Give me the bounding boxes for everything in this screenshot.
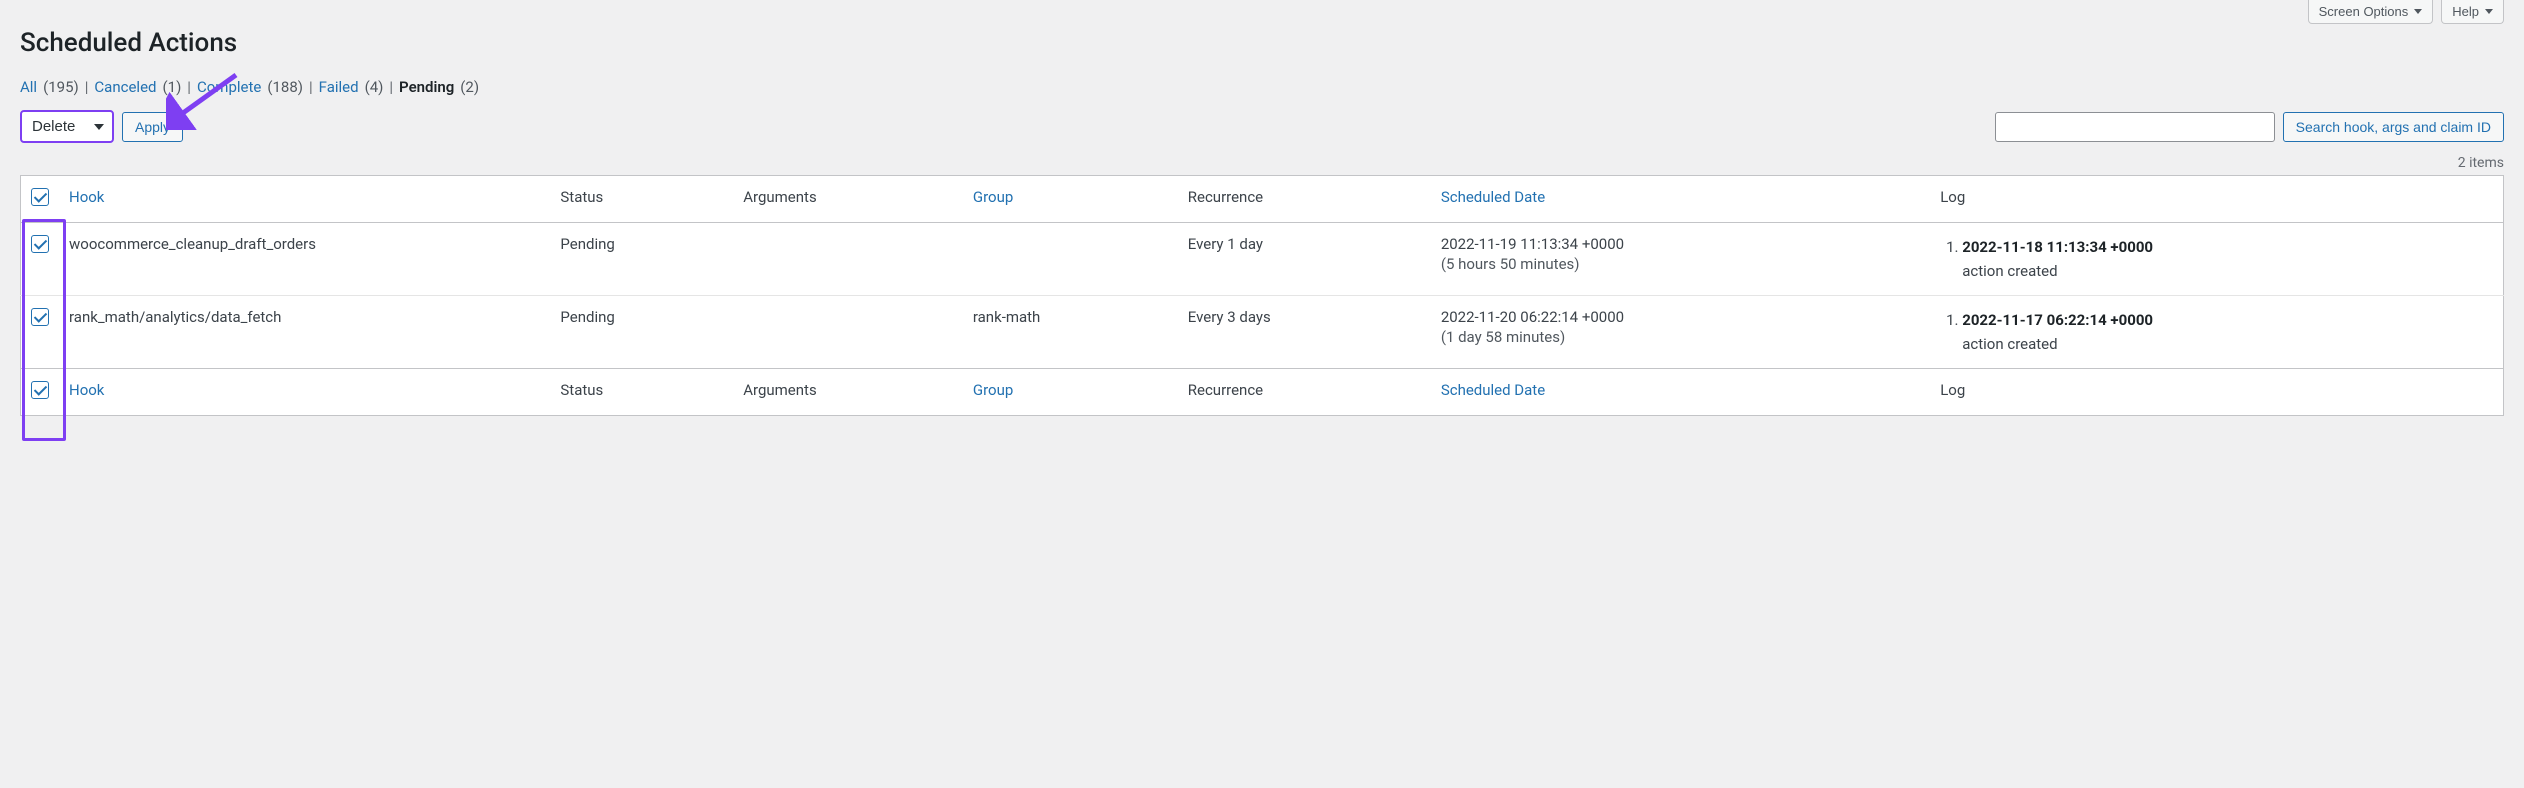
col-hook-sort-bottom[interactable]: Hook xyxy=(69,381,104,399)
col-arguments-header: Arguments xyxy=(733,176,963,223)
col-status-header: Status xyxy=(550,176,733,223)
col-arguments-footer: Arguments xyxy=(733,369,963,416)
help-button[interactable]: Help xyxy=(2441,0,2504,24)
cell-log: 2022-11-18 11:13:34 +0000action created xyxy=(1930,223,2503,296)
cell-status: Pending xyxy=(550,223,733,296)
filter-failed-link[interactable]: Failed xyxy=(319,78,359,96)
cell-hook: rank_math/analytics/data_fetch xyxy=(59,296,550,369)
cell-recurrence: Every 3 days xyxy=(1178,296,1431,369)
cell-group: rank-math xyxy=(963,296,1178,369)
row-checkbox[interactable] xyxy=(31,308,49,326)
col-log-footer: Log xyxy=(1930,369,2503,416)
filter-failed-count: (4) xyxy=(365,78,384,96)
cell-recurrence: Every 1 day xyxy=(1178,223,1431,296)
select-all-checkbox-bottom[interactable] xyxy=(31,381,49,399)
bulk-action-select[interactable]: Delete xyxy=(20,110,114,143)
filter-all-link[interactable]: All xyxy=(20,78,37,96)
cell-scheduled: 2022-11-20 06:22:14 +0000 (1 day 58 minu… xyxy=(1431,296,1930,369)
table-row: woocommerce_cleanup_draft_orders Pending… xyxy=(21,223,2504,296)
cell-arguments xyxy=(733,296,963,369)
cell-status: Pending xyxy=(550,296,733,369)
select-all-checkbox-top[interactable] xyxy=(31,188,49,206)
filter-pending-count: (2) xyxy=(460,78,479,96)
cell-hook: woocommerce_cleanup_draft_orders xyxy=(59,223,550,296)
search-input[interactable] xyxy=(1995,112,2275,142)
chevron-down-icon xyxy=(2414,9,2422,14)
col-status-footer: Status xyxy=(550,369,733,416)
cell-log: 2022-11-17 06:22:14 +0000action created xyxy=(1930,296,2503,369)
page-title: Scheduled Actions xyxy=(20,28,2504,58)
scheduled-actions-table: Hook Status Arguments Group Recurrence S… xyxy=(20,175,2504,416)
cell-arguments xyxy=(733,223,963,296)
items-count: 2 items xyxy=(20,155,2504,171)
col-hook-sort[interactable]: Hook xyxy=(69,188,104,206)
apply-button[interactable]: Apply xyxy=(122,112,183,142)
cell-scheduled: 2022-11-19 11:13:34 +0000 (5 hours 50 mi… xyxy=(1431,223,1930,296)
col-recurrence-header: Recurrence xyxy=(1178,176,1431,223)
table-row: rank_math/analytics/data_fetch Pending r… xyxy=(21,296,2504,369)
col-recurrence-footer: Recurrence xyxy=(1178,369,1431,416)
search-button[interactable]: Search hook, args and claim ID xyxy=(2283,112,2504,142)
filter-canceled-link[interactable]: Canceled xyxy=(94,78,156,96)
filter-canceled-count: (1) xyxy=(163,78,182,96)
col-group-sort-bottom[interactable]: Group xyxy=(973,381,1013,399)
screen-options-label: Screen Options xyxy=(2319,4,2409,19)
chevron-down-icon xyxy=(2485,9,2493,14)
cell-group xyxy=(963,223,1178,296)
col-scheduled-sort[interactable]: Scheduled Date xyxy=(1441,188,1545,206)
row-checkbox[interactable] xyxy=(31,235,49,253)
filter-all-count: (195) xyxy=(43,78,79,96)
filter-pending-current: Pending xyxy=(399,78,454,96)
col-group-sort[interactable]: Group xyxy=(973,188,1013,206)
help-label: Help xyxy=(2452,4,2479,19)
col-scheduled-sort-bottom[interactable]: Scheduled Date xyxy=(1441,381,1545,399)
filter-complete-count: (188) xyxy=(267,78,303,96)
status-filters: All (195) | Canceled (1) | Complete (188… xyxy=(20,78,2504,96)
filter-complete-link[interactable]: Complete xyxy=(197,78,261,96)
col-log-header: Log xyxy=(1930,176,2503,223)
screen-options-button[interactable]: Screen Options xyxy=(2308,0,2434,24)
